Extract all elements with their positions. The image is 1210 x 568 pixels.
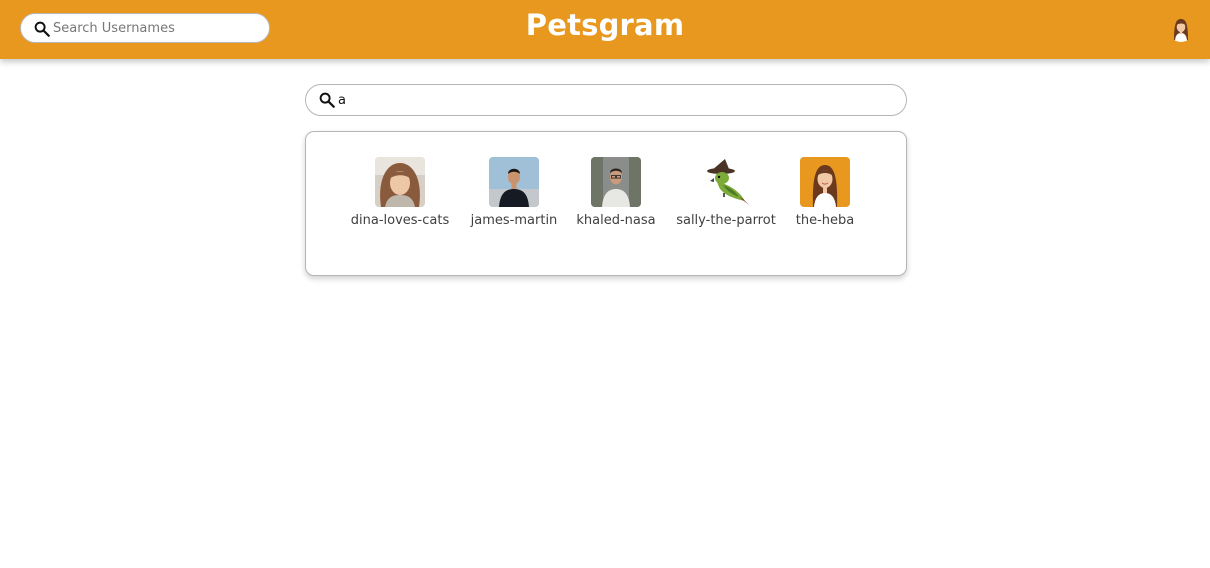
user-result-james-martin[interactable]: james-martin bbox=[464, 157, 564, 228]
user-avatar bbox=[701, 157, 751, 207]
username-label: the-heba bbox=[795, 213, 855, 228]
username-label: sally-the-parrot bbox=[676, 213, 776, 228]
search-icon bbox=[34, 21, 50, 37]
search-icon bbox=[319, 92, 335, 108]
header-search-bar[interactable] bbox=[20, 13, 270, 43]
user-avatar bbox=[489, 157, 539, 207]
user-result-dina-loves-cats[interactable]: dina-loves-cats bbox=[344, 157, 456, 228]
username-label: dina-loves-cats bbox=[350, 213, 450, 228]
username-label: james-martin bbox=[470, 213, 558, 228]
user-result-sally-the-parrot[interactable]: sally-the-parrot bbox=[666, 157, 786, 228]
parrot-icon bbox=[701, 157, 751, 207]
profile-avatar-icon bbox=[1167, 14, 1195, 42]
search-results-panel: dina-loves-cats james-martin khaled-nasa… bbox=[305, 131, 907, 276]
username-label: khaled-nasa bbox=[576, 213, 656, 228]
header-search-input[interactable] bbox=[53, 18, 258, 38]
profile-avatar[interactable] bbox=[1167, 14, 1195, 42]
user-search-bar[interactable] bbox=[305, 84, 907, 116]
user-result-the-heba[interactable]: the-heba bbox=[782, 157, 868, 228]
user-avatar bbox=[591, 157, 641, 207]
user-avatar bbox=[800, 157, 850, 207]
user-result-khaled-nasa[interactable]: khaled-nasa bbox=[568, 157, 664, 228]
user-avatar bbox=[375, 157, 425, 207]
app-header: Petsgram bbox=[0, 0, 1210, 59]
user-search-input[interactable] bbox=[338, 90, 888, 110]
